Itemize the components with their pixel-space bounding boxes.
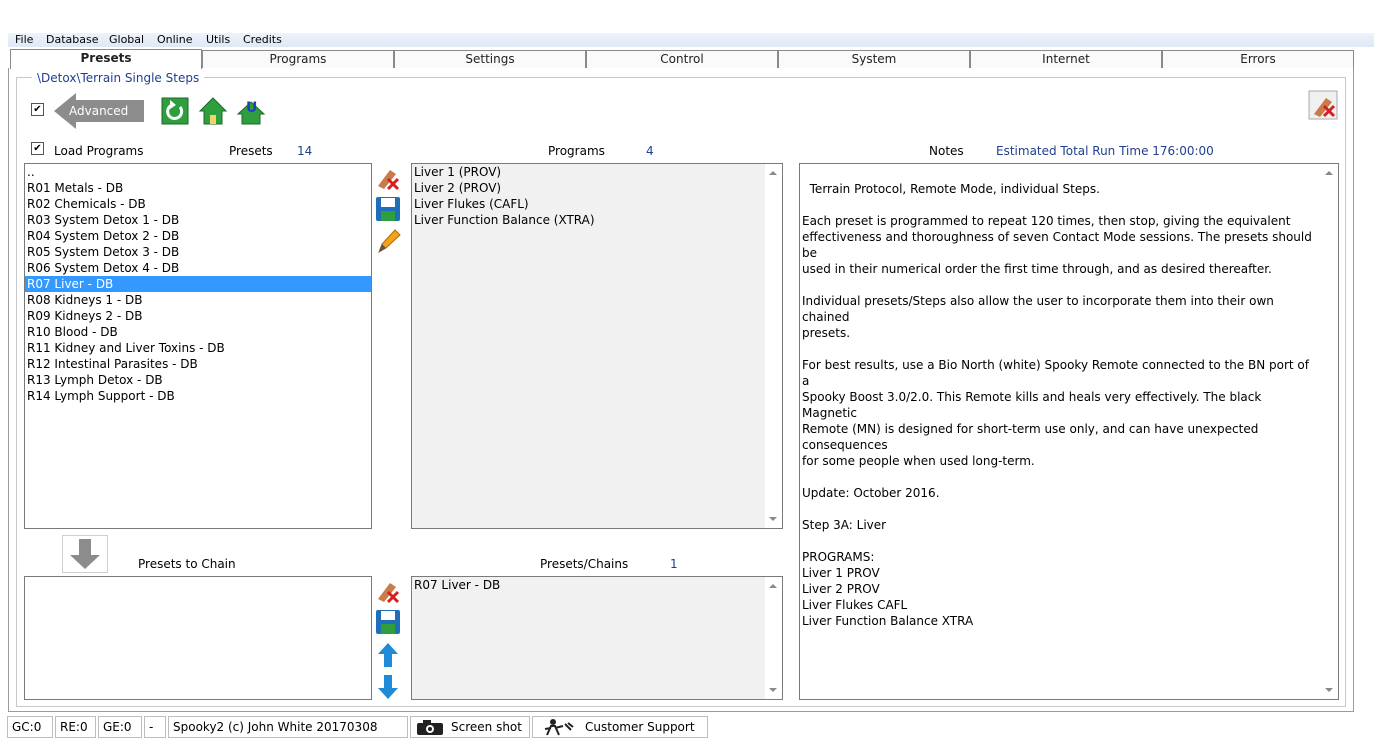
camera-icon xyxy=(417,720,443,735)
menu-bar: File Database Global Online Utils Credit… xyxy=(8,33,1374,47)
notes-scrollbar[interactable] xyxy=(1321,164,1338,699)
advanced-checkbox[interactable]: ✔ xyxy=(31,103,44,116)
delete-chain-button[interactable] xyxy=(373,576,403,606)
list-item[interactable]: Liver 1 (PROV) xyxy=(412,164,782,180)
list-item[interactable]: R14 Lymph Support - DB xyxy=(25,388,371,404)
load-programs-checkbox[interactable]: ✔ xyxy=(31,142,44,155)
home-icon xyxy=(198,97,228,125)
add-to-chain-button[interactable] xyxy=(62,535,108,573)
chains-scrollbar[interactable] xyxy=(765,577,782,699)
move-up-button[interactable] xyxy=(373,640,403,670)
presets-to-chain-list[interactable] xyxy=(24,576,372,700)
home-button[interactable] xyxy=(198,96,228,126)
eraser-icon xyxy=(1308,90,1338,120)
delete-preset-button[interactable] xyxy=(373,163,403,193)
presets-list[interactable]: .. R01 Metals - DB R02 Chemicals - DB R03 S… xyxy=(24,163,372,529)
programs-label: Programs xyxy=(548,144,605,158)
load-programs-label: Load Programs xyxy=(54,144,144,158)
estimated-run-time: Estimated Total Run Time 176:00:00 xyxy=(996,144,1214,158)
status-bar: GC:0 RE:0 GE:0 - Spooky2 (c) John White … xyxy=(0,715,1382,744)
user-home-button[interactable]: U xyxy=(236,96,266,126)
pencil-icon xyxy=(378,229,401,254)
tab-bar: Presets Programs Settings Control System… xyxy=(8,49,1354,69)
programs-scrollbar[interactable] xyxy=(765,164,782,528)
programs-count: 4 xyxy=(646,144,654,158)
list-item[interactable]: R08 Kidneys 1 - DB xyxy=(25,292,371,308)
list-item[interactable]: R03 System Detox 1 - DB xyxy=(25,212,371,228)
menu-database[interactable]: Database xyxy=(46,33,99,47)
list-item[interactable]: R11 Kidney and Liver Toxins - DB xyxy=(25,340,371,356)
save-icon xyxy=(376,610,400,634)
tab-presets[interactable]: Presets xyxy=(10,49,202,69)
list-item[interactable]: R06 System Detox 4 - DB xyxy=(25,260,371,276)
edit-preset-button[interactable] xyxy=(373,226,403,256)
list-item[interactable]: Liver 2 (PROV) xyxy=(412,180,782,196)
eraser-icon xyxy=(378,170,400,191)
move-down-button[interactable] xyxy=(373,672,403,702)
advanced-button[interactable]: Advanced xyxy=(54,93,144,129)
tab-programs[interactable]: Programs xyxy=(202,50,394,68)
tab-settings[interactable]: Settings xyxy=(394,50,586,68)
breadcrumb: \Detox\Terrain Single Steps xyxy=(32,70,205,86)
presets-to-chain-label: Presets to Chain xyxy=(138,557,236,571)
list-item[interactable]: .. xyxy=(25,164,371,180)
save-preset-button[interactable] xyxy=(373,194,403,224)
list-item[interactable]: R10 Blood - DB xyxy=(25,324,371,340)
presets-label: Presets xyxy=(229,144,273,158)
support-label: Customer Support xyxy=(585,720,695,734)
status-dash: - xyxy=(144,716,166,738)
save-icon xyxy=(376,197,400,221)
tab-control[interactable]: Control xyxy=(586,50,778,68)
list-item[interactable]: R07 Liver - DB xyxy=(25,276,371,292)
presets-count: 14 xyxy=(297,144,313,158)
tab-internet[interactable]: Internet xyxy=(970,50,1162,68)
menu-file[interactable]: File xyxy=(15,33,33,47)
support-icon xyxy=(544,719,574,736)
eraser-icon xyxy=(378,583,400,604)
list-item[interactable]: R04 System Detox 2 - DB xyxy=(25,228,371,244)
down-arrow-icon xyxy=(70,539,100,569)
user-home-icon: U xyxy=(236,100,266,125)
programs-list[interactable]: Liver 1 (PROV) Liver 2 (PROV) Liver Flukes… xyxy=(411,163,783,529)
presets-chains-label: Presets/Chains xyxy=(540,557,629,571)
save-chain-button[interactable] xyxy=(373,607,403,637)
advanced-label: Advanced xyxy=(69,104,129,118)
refresh-button[interactable] xyxy=(160,96,190,126)
presets-chains-count: 1 xyxy=(670,557,678,571)
menu-utils[interactable]: Utils xyxy=(206,33,230,47)
tab-errors[interactable]: Errors xyxy=(1162,50,1354,68)
list-item[interactable]: R13 Lymph Detox - DB xyxy=(25,372,371,388)
screenshot-button[interactable]: Screen shot xyxy=(410,716,530,738)
refresh-icon xyxy=(161,97,189,125)
list-item[interactable]: R02 Chemicals - DB xyxy=(25,196,371,212)
menu-credits[interactable]: Credits xyxy=(243,33,282,47)
notes-body: Terrain Protocol, Remote Mode, individua… xyxy=(802,182,1312,628)
customer-support-button[interactable]: Customer Support xyxy=(532,716,708,738)
presets-chains-list[interactable]: R07 Liver - DB xyxy=(411,576,783,700)
status-ge: GE:0 xyxy=(98,716,142,738)
list-item[interactable]: R01 Metals - DB xyxy=(25,180,371,196)
status-copyright: Spooky2 (c) John White 20170308 xyxy=(168,716,408,738)
menu-online[interactable]: Online xyxy=(157,33,192,47)
list-item[interactable]: R09 Kidneys 2 - DB xyxy=(25,308,371,324)
tab-system[interactable]: System xyxy=(778,50,970,68)
up-arrow-icon xyxy=(378,643,398,667)
notes-text[interactable]: Terrain Protocol, Remote Mode, individua… xyxy=(799,163,1339,700)
status-re: RE:0 xyxy=(55,716,96,738)
list-item[interactable]: R12 Intestinal Parasites - DB xyxy=(25,356,371,372)
status-gc: GC:0 xyxy=(7,716,53,738)
notes-label: Notes xyxy=(929,144,964,158)
down-arrow-icon xyxy=(378,675,398,699)
clear-all-button[interactable] xyxy=(1308,90,1338,120)
screenshot-label: Screen shot xyxy=(451,720,522,734)
list-item[interactable]: R05 System Detox 3 - DB xyxy=(25,244,371,260)
menu-global[interactable]: Global xyxy=(109,33,144,47)
list-item[interactable]: Liver Flukes (CAFL) xyxy=(412,196,782,212)
svg-text:U: U xyxy=(246,100,257,116)
list-item[interactable]: R07 Liver - DB xyxy=(412,577,782,593)
list-item[interactable]: Liver Function Balance (XTRA) xyxy=(412,212,782,228)
